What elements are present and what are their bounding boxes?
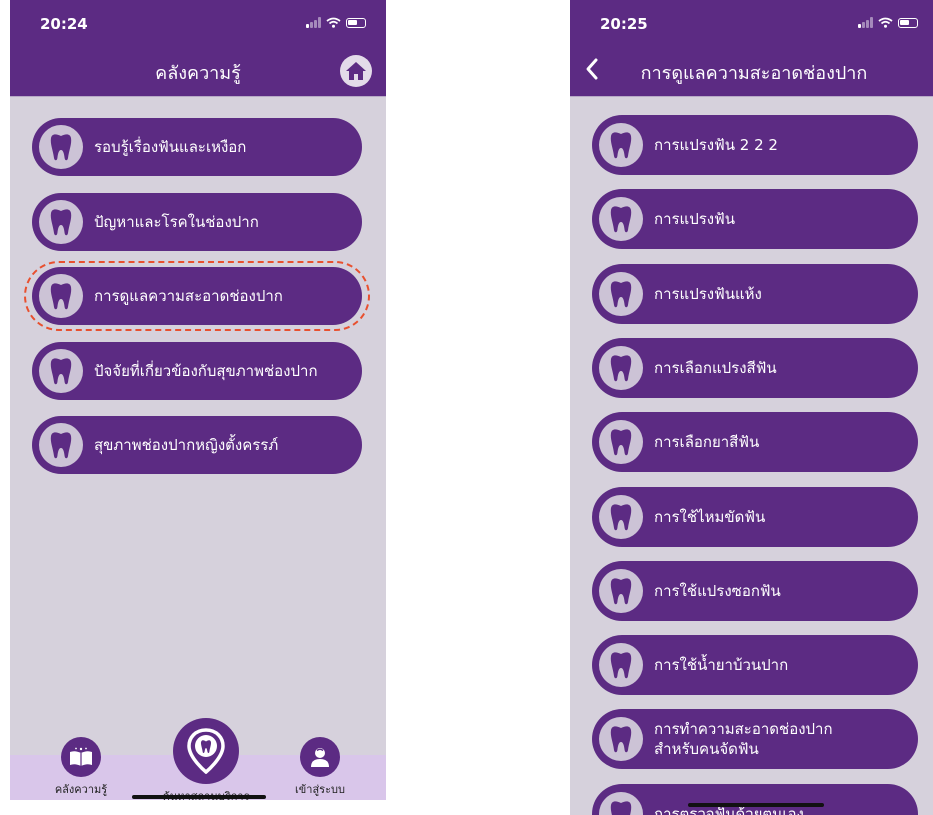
page-title: คลังความรู้ [155,63,241,84]
tooth-icon [599,271,643,316]
tooth-icon [39,423,83,467]
menu-item-1[interactable]: รอบรู้เรื่องฟันและเหงือก [32,118,362,176]
tab-label: คลังความรู้ [54,783,108,796]
page-title: การดูแลความสะอาดช่องปาก [640,63,868,84]
status-bar: 20:24 [10,0,386,44]
status-time: 20:25 [600,15,648,33]
menu-item-label: การดูแลความสะอาดช่องปาก [94,287,283,305]
tooth-icon [599,420,643,465]
menu-item-label: รอบรู้เรื่องฟันและเหงือก [94,138,247,156]
menu-item-label: สุขภาพช่องปากหญิงตั้งครรภ์ [94,436,279,454]
menu-item-1[interactable]: การแปรงฟัน 2 2 2 [592,115,918,175]
menu-item-label: การแปรงฟัน [654,210,736,229]
menu-item-6[interactable]: การใช้ไหมขัดฟัน [592,486,918,547]
tooth-icon [599,197,643,242]
menu-item-label: การแปรงฟัน 2 2 2 [654,136,778,154]
tooth-icon [39,125,83,169]
tooth-icon [599,345,643,390]
home-indicator [688,803,824,807]
menu-item-label: ปัจจัยที่เกี่ยวข้องกับสุขภาพช่องปาก [94,361,318,380]
home-icon [346,62,366,80]
menu-item-7[interactable]: การใช้แปรงซอกฟัน [592,560,918,621]
user-icon [300,737,340,777]
menu-item-4[interactable]: การเลือกแปรงสีฟัน [592,337,918,398]
battery-icon [898,17,918,28]
book-icon [61,737,101,777]
menu-item-label: ปัญหาและโรคในช่องปาก [94,212,259,231]
tooth-icon [599,123,643,167]
tab-find-service[interactable]: ค้นหาสถานบริการ [146,718,266,800]
battery-icon [346,17,366,28]
tooth-icon [39,348,83,393]
menu-item-9[interactable]: การทำความสะอาดช่องปาก สำหรับคนจัดฟัน [592,709,918,770]
status-icons [858,17,918,28]
tooth-icon [599,643,643,688]
menu-item-2[interactable]: การแปรงฟัน [592,189,918,250]
status-icons [306,17,366,28]
wifi-icon [326,17,341,28]
left-phone-screen: 20:24 คลังความรู้ รอบรู้เรื่องฟันและเหงื… [10,0,386,800]
status-bar: 20:25 [570,0,933,44]
tab-label: เข้าสู่ระบบ [295,783,345,796]
map-pin-tooth-icon [173,718,239,784]
tab-login[interactable]: เข้าสู่ระบบ [280,737,360,798]
menu-item-8[interactable]: การใช้น้ำยาบ้วนปาก [592,635,918,696]
menu-item-10[interactable]: การตรวจฟันด้วยตนเอง [592,783,918,815]
tooth-icon [39,274,83,318]
menu-item-label: การใช้แปรงซอกฟัน [654,581,781,600]
tooth-icon [599,494,643,539]
wifi-icon [878,17,893,28]
menu-item-label: การทำความสะอาดช่องปาก สำหรับคนจัดฟัน [654,720,833,759]
menu-item-3[interactable]: การดูแลความสะอาดช่องปาก [32,267,362,325]
menu-item-2[interactable]: ปัญหาและโรคในช่องปาก [32,192,362,251]
menu-item-label: การเลือกยาสีฟัน [654,433,760,452]
menu-item-label: การเลือกแปรงสีฟัน [654,358,777,377]
tooth-icon [39,199,83,244]
menu-item-5[interactable]: สุขภาพช่องปากหญิงตั้งครรภ์ [32,416,362,474]
menu-item-label: การใช้ไหมขัดฟัน [654,507,766,526]
tooth-icon [599,717,643,762]
tooth-icon [599,568,643,613]
tab-knowledge[interactable]: คลังความรู้ [46,737,116,798]
menu-item-label: การใช้น้ำยาบ้วนปาก [654,656,789,675]
menu-item-3[interactable]: การแปรงฟันแห้ง [592,263,918,324]
right-phone-screen: 20:25 การดูแลความสะอาดช่องปาก การแปรงฟัน… [570,0,933,815]
menu-item-4[interactable]: ปัจจัยที่เกี่ยวข้องกับสุขภาพช่องปาก [32,341,362,400]
signal-icon [306,17,321,28]
status-time: 20:24 [40,15,88,33]
signal-icon [858,17,873,28]
nav-bar: คลังความรู้ [10,44,386,97]
home-button[interactable] [340,55,372,87]
tooth-icon [599,791,643,815]
menu-item-label: การแปรงฟันแห้ง [654,284,762,303]
nav-bar: การดูแลความสะอาดช่องปาก [570,44,933,97]
home-indicator [132,795,266,799]
menu-item-5[interactable]: การเลือกยาสีฟัน [592,412,918,473]
